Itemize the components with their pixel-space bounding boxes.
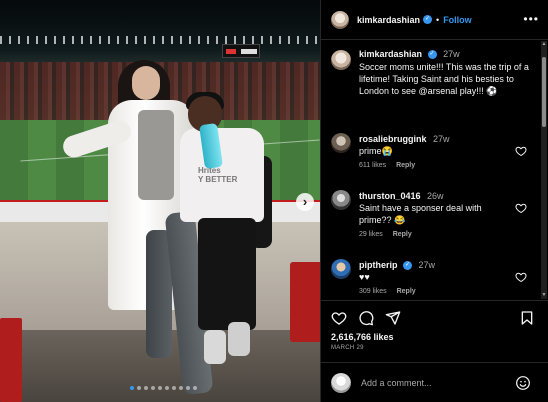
heart-outline-icon[interactable] [515, 202, 527, 214]
comment-time[interactable]: 26w [427, 191, 444, 201]
avatar[interactable] [331, 50, 351, 70]
caption-text: Soccer moms unite!!! This was the trip o… [359, 62, 529, 97]
woman-grey-top [138, 110, 174, 200]
smiley-icon[interactable] [515, 375, 531, 391]
comments-scrollbar[interactable] [541, 41, 547, 299]
comment-input[interactable] [361, 377, 501, 388]
kid-shoe-right [228, 322, 250, 356]
avatar[interactable] [331, 10, 349, 29]
comment-time[interactable]: 27w [419, 260, 436, 270]
carousel-dot[interactable] [179, 386, 183, 390]
carousel-dot[interactable] [165, 386, 169, 390]
avatar [331, 372, 351, 393]
red-seat-left [0, 318, 22, 402]
next-photo-button[interactable]: › [296, 193, 314, 211]
reply-button[interactable]: Reply [393, 231, 412, 238]
comment-text: Saint have a sponser deal with prime?? 😂 [359, 203, 482, 225]
verified-check-icon: ✓ [427, 50, 437, 60]
caption-time[interactable]: 27w [443, 49, 460, 59]
bookmark-icon[interactable] [519, 310, 535, 326]
post-date: MARCH 29 [331, 345, 364, 351]
avatar[interactable] [331, 259, 351, 279]
carousel-dot[interactable] [172, 386, 176, 390]
comment-likes[interactable]: 309 likes [359, 288, 387, 295]
likes-count[interactable]: 2,616,766 likes [331, 332, 394, 342]
stadium-roof [0, 0, 320, 62]
comment-text: prime😭 [359, 146, 393, 156]
comment-text: ♥♥ [359, 272, 370, 282]
carousel-dot[interactable] [144, 386, 148, 390]
paper-plane-icon[interactable] [385, 310, 401, 326]
kid-pants [198, 218, 256, 330]
comment-likes[interactable]: 29 likes [359, 231, 383, 238]
post-details-panel: kimkardashian ✓ • Follow ••• kimkardashi… [320, 0, 548, 402]
post-header: kimkardashian ✓ • Follow ••• [321, 0, 548, 40]
header-username[interactable]: kimkardashian [357, 15, 420, 25]
carousel-dot[interactable] [151, 386, 155, 390]
comment-icon[interactable] [358, 310, 374, 326]
separator-dot: • [436, 14, 440, 25]
kid-shoe-left [204, 330, 226, 364]
stadium-lights [0, 36, 320, 44]
shirt-text: Hrites Y BETTER [198, 166, 238, 184]
scrollbar-thumb[interactable] [542, 57, 546, 127]
comment-item: piptherip ✓ 27w ♥♥ 309 likes Reply [331, 259, 531, 295]
carousel-dot[interactable] [130, 386, 134, 390]
follow-button[interactable]: Follow [443, 15, 472, 25]
scroll-down-arrow[interactable]: ▼ [541, 292, 547, 298]
comment-likes[interactable]: 611 likes [359, 162, 386, 169]
verified-check-icon: ✓ [423, 15, 433, 24]
carousel-dot[interactable] [158, 386, 162, 390]
comment-item: rosaliebruggink 27w prime😭 611 likes Rep… [331, 133, 531, 169]
carousel-dot[interactable] [193, 386, 197, 390]
carousel-dot[interactable] [137, 386, 141, 390]
carousel-dot[interactable] [186, 386, 190, 390]
post-caption: kimkardashian ✓ 27w Soccer moms unite!!!… [331, 49, 531, 97]
carousel-indicator [130, 386, 197, 392]
comment-username[interactable]: rosaliebruggink [359, 134, 427, 144]
comment-time[interactable]: 27w [433, 134, 450, 144]
red-seat-right [290, 262, 320, 342]
post-photo[interactable]: Hrites Y BETTER › [0, 0, 320, 402]
add-comment-bar [321, 362, 548, 402]
stadium-scoreboard [222, 44, 260, 58]
reply-button[interactable]: Reply [397, 288, 416, 295]
instagram-post-modal: Hrites Y BETTER › kimkardashian ✓ • Foll… [0, 0, 548, 402]
heart-outline-icon[interactable] [331, 310, 347, 326]
more-options-icon[interactable]: ••• [523, 12, 539, 26]
comment-item: thurston_0416 26w Saint have a sponser d… [331, 190, 531, 238]
post-actions [321, 300, 548, 334]
heart-outline-icon[interactable] [515, 145, 527, 157]
reply-button[interactable]: Reply [396, 162, 415, 169]
comment-username[interactable]: thurston_0416 [359, 191, 421, 201]
avatar[interactable] [331, 133, 351, 153]
avatar[interactable] [331, 190, 351, 210]
caption-username[interactable]: kimkardashian [359, 49, 422, 59]
woman-face [132, 66, 160, 100]
heart-outline-icon[interactable] [515, 271, 527, 283]
scroll-up-arrow[interactable]: ▲ [541, 41, 547, 47]
verified-check-icon: ✓ [403, 261, 413, 271]
comments-list[interactable]: kimkardashian ✓ 27w Soccer moms unite!!!… [321, 41, 541, 299]
comment-username[interactable]: piptherip [359, 260, 398, 270]
